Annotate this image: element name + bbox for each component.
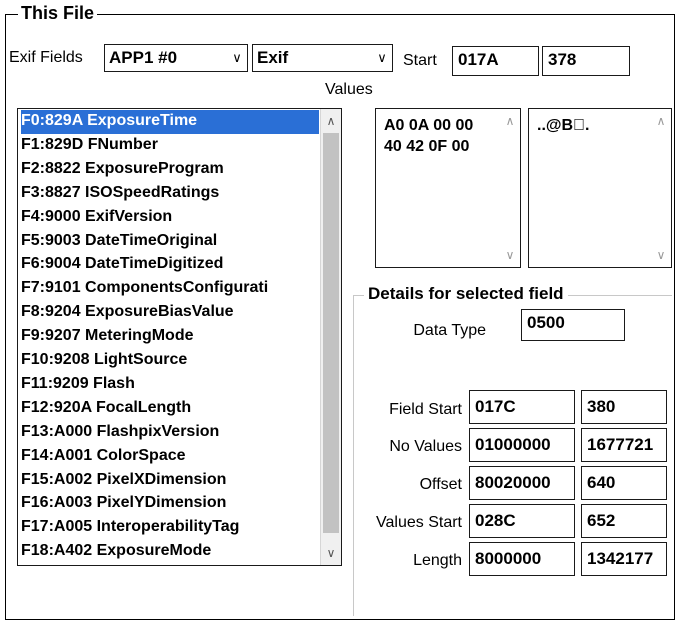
no-values-label: No Values [389, 438, 462, 455]
scroll-thumb[interactable] [323, 133, 339, 533]
no-values-hex-field[interactable]: 01000000 [469, 428, 575, 462]
scroll-down-icon[interactable]: ∨ [651, 245, 671, 265]
segment-combo[interactable]: APP1 #0 ∨ [104, 44, 248, 72]
list-item[interactable]: F7:9101 ComponentsConfigurati [21, 277, 321, 301]
scroll-up-icon[interactable]: ∧ [651, 111, 671, 131]
exif-field-list[interactable]: F0:829A ExposureTime F1:829D FNumber F2:88… [17, 108, 342, 566]
start-dec-field[interactable]: 378 [542, 46, 630, 76]
chevron-down-icon[interactable]: ∨ [227, 50, 247, 66]
list-item[interactable]: F15:A002 PixelXDimension [21, 469, 321, 493]
details-title: Details for selected field [364, 283, 568, 305]
offset-hex-field[interactable]: 80020000 [469, 466, 575, 500]
list-item[interactable]: F3:8827 ISOSpeedRatings [21, 182, 321, 206]
values-ascii-text: ..@B . [537, 117, 590, 134]
list-item[interactable]: F10:9208 LightSource [21, 349, 321, 373]
list-item[interactable]: F0:829A ExposureTime [21, 110, 319, 134]
values-ascii-box[interactable]: ..@B . ∧ ∨ [528, 108, 672, 268]
no-values-dec-field[interactable]: 1677721 [581, 428, 667, 462]
list-item[interactable]: F8:9204 ExposureBiasValue [21, 301, 321, 325]
values-start-dec-field[interactable]: 652 [581, 504, 667, 538]
offset-label: Offset [419, 476, 462, 493]
values-label: Values [325, 81, 373, 98]
values-start-hex-field[interactable]: 028C [469, 504, 575, 538]
values-hex-scrollbar[interactable]: ∧ ∨ [500, 109, 520, 267]
list-item[interactable]: F5:9003 DateTimeOriginal [21, 230, 321, 254]
scroll-up-icon[interactable]: ∧ [500, 111, 520, 131]
list-item[interactable]: F6:9004 DateTimeDigitized [21, 253, 321, 277]
groupbox-title: This File [18, 2, 98, 24]
list-item[interactable]: F14:A001 ColorSpace [21, 445, 321, 469]
length-dec-field[interactable]: 1342177 [581, 542, 667, 576]
list-item[interactable]: F11:9209 Flash [21, 373, 321, 397]
field-start-label: Field Start [389, 401, 462, 418]
values-ascii-scrollbar[interactable]: ∧ ∨ [651, 109, 671, 267]
list-scrollbar[interactable]: ∧ ∨ [320, 109, 341, 565]
values-hex-box[interactable]: A0 0A 00 00 40 42 0F 00 ∧ ∨ [375, 108, 521, 268]
chevron-down-icon[interactable]: ∨ [372, 50, 392, 66]
offset-dec-field[interactable]: 640 [581, 466, 667, 500]
segment-combo-value: APP1 #0 [109, 48, 178, 67]
ifd-type-combo-value: Exif [257, 48, 289, 67]
start-label: Start [403, 52, 437, 69]
list-item[interactable]: F12:920A FocalLength [21, 397, 321, 421]
list-item[interactable]: F2:8822 ExposureProgram [21, 158, 321, 182]
scroll-down-icon[interactable]: ∨ [500, 245, 520, 265]
scroll-down-icon[interactable]: ∨ [321, 543, 341, 563]
length-label: Length [413, 552, 462, 569]
field-start-dec-field[interactable]: 380 [581, 390, 667, 424]
scroll-up-icon[interactable]: ∧ [321, 111, 341, 131]
list-item[interactable]: F4:9000 ExifVersion [21, 206, 321, 230]
exif-fields-label: Exif Fields [9, 49, 83, 66]
ifd-type-combo[interactable]: Exif ∨ [252, 44, 393, 72]
length-hex-field[interactable]: 8000000 [469, 542, 575, 576]
list-item[interactable]: F17:A005 InteroperabilityTag [21, 516, 321, 540]
data-type-label: Data Type [413, 322, 486, 339]
values-hex-text: A0 0A 00 00 40 42 0F 00 [384, 117, 474, 155]
field-start-hex-field[interactable]: 017C [469, 390, 575, 424]
values-start-label: Values Start [376, 514, 462, 531]
list-item[interactable]: F1:829D FNumber [21, 134, 321, 158]
data-type-field[interactable]: 0500 [521, 309, 625, 341]
start-hex-field[interactable]: 017A [452, 46, 539, 76]
list-item[interactable]: F18:A402 ExposureMode [21, 540, 321, 564]
list-item[interactable]: F13:A000 FlashpixVersion [21, 421, 321, 445]
list-item[interactable]: F16:A003 PixelYDimension [21, 492, 321, 516]
list-item[interactable]: F9:9207 MeteringMode [21, 325, 321, 349]
